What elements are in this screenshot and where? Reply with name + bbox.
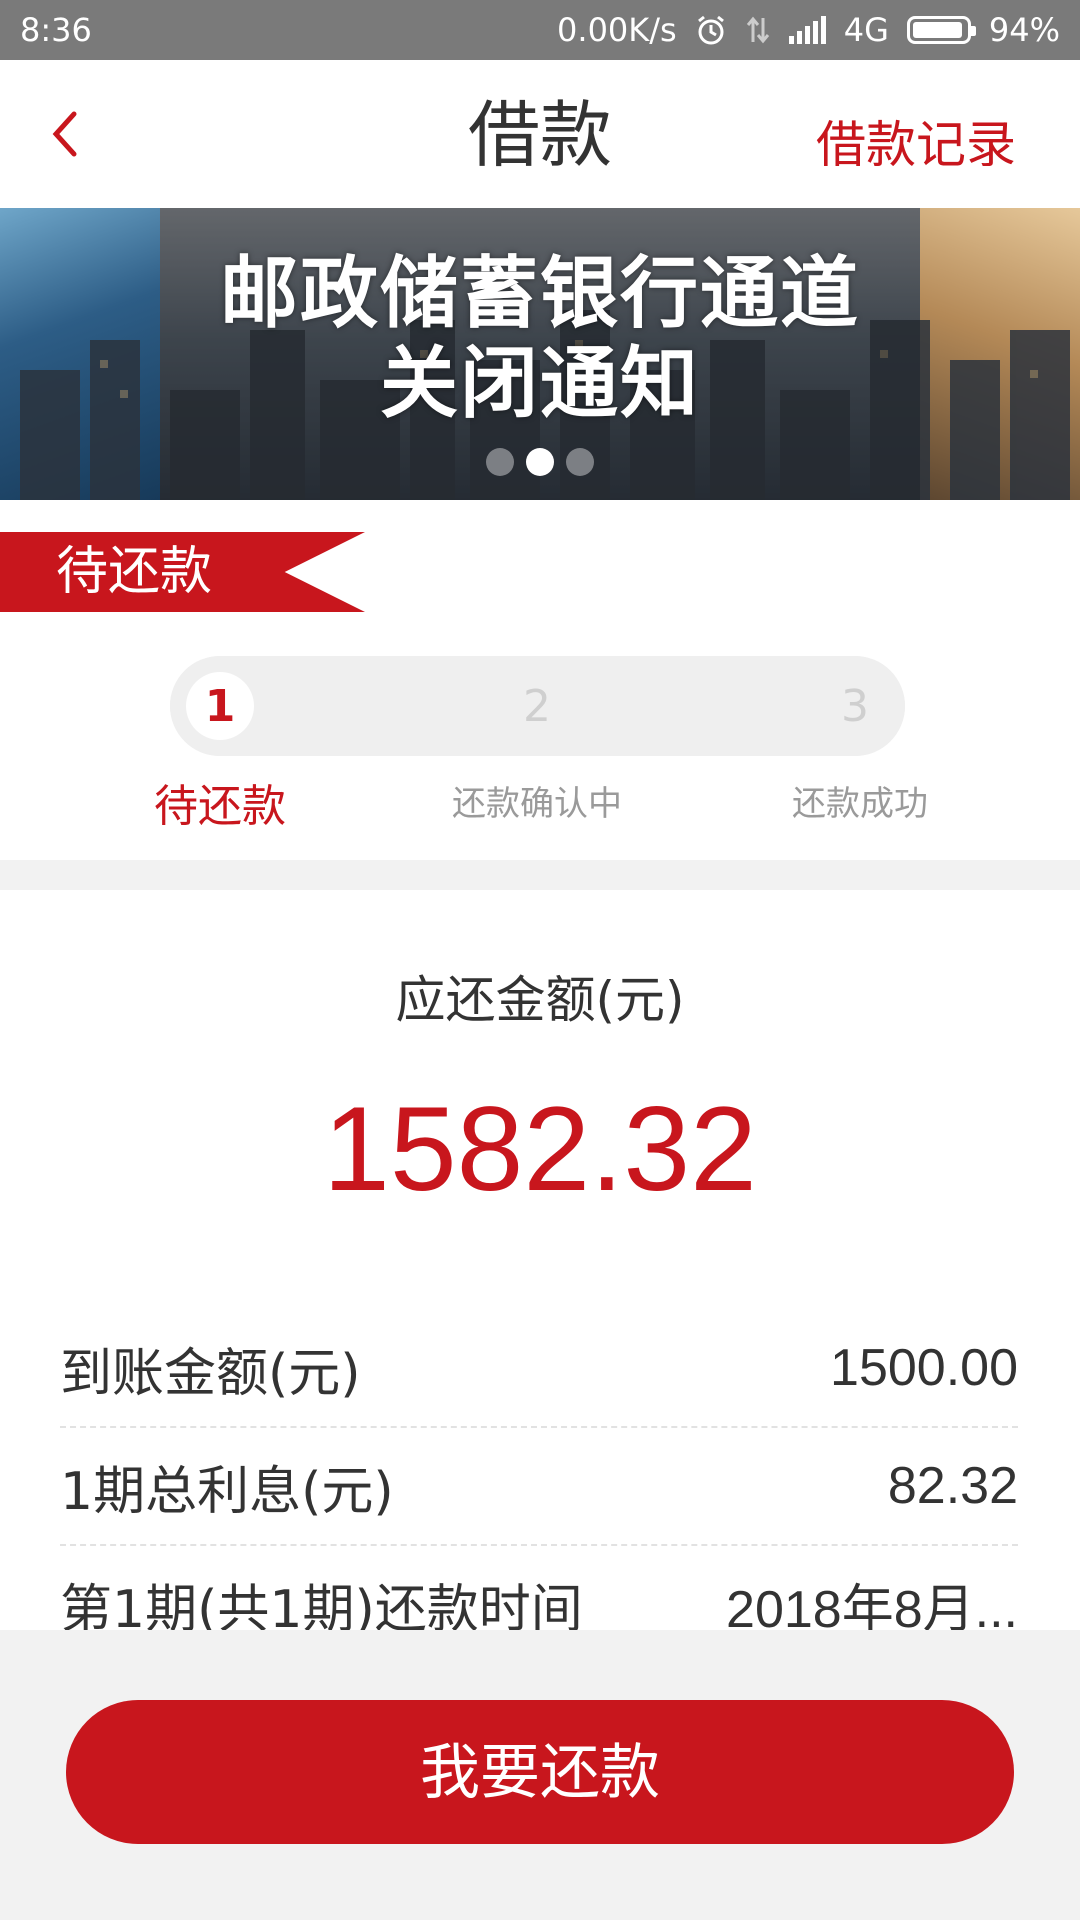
bottom-action-area: 我要还款 bbox=[0, 1630, 1080, 1920]
battery-icon bbox=[906, 16, 976, 44]
signal-icon bbox=[788, 16, 826, 44]
alarm-icon bbox=[697, 15, 724, 45]
status-icons: 0.00K/s 4G 94% bbox=[557, 11, 1060, 49]
banner-dot-3[interactable] bbox=[566, 448, 594, 476]
banner-title-line2: 关闭通知 bbox=[379, 339, 700, 429]
detail-value: 82.32 bbox=[887, 1457, 1018, 1515]
repay-button[interactable]: 我要还款 bbox=[66, 1700, 1014, 1844]
app-header: 借款 借款记录 bbox=[0, 60, 1080, 208]
network-type: 4G bbox=[843, 11, 889, 49]
step-1-number: 1 bbox=[186, 672, 254, 740]
banner-dot-1[interactable] bbox=[486, 448, 514, 476]
status-time: 8:36 bbox=[20, 11, 92, 49]
step-3-indicator: 3 bbox=[805, 656, 905, 756]
step-1-label: 待还款 bbox=[154, 781, 286, 832]
step-1-indicator: 1 bbox=[170, 656, 270, 756]
banner-pagination bbox=[0, 448, 1080, 476]
network-speed: 0.00K/s bbox=[557, 11, 677, 49]
status-ribbon: 待还款 bbox=[0, 532, 365, 612]
step-3-label: 还款成功 bbox=[792, 784, 928, 824]
detail-label: 到账金额(元) bbox=[60, 1343, 361, 1404]
repayment-amount-card: 应还金额(元) 1582.32 到账金额(元) 1500.00 1期总利息(元)… bbox=[0, 890, 1080, 1664]
banner-title-line1: 邮政储蓄银行通道 bbox=[219, 249, 860, 339]
detail-value: 1500.00 bbox=[830, 1339, 1018, 1397]
step-2-label: 还款确认中 bbox=[452, 784, 622, 824]
data-transfer-icon bbox=[746, 16, 769, 44]
detail-row-received: 到账金额(元) 1500.00 bbox=[60, 1310, 1018, 1428]
amount-due-label: 应还金额(元) bbox=[395, 971, 685, 1029]
amount-due-value: 1582.32 bbox=[323, 1082, 757, 1216]
battery-percent: 94% bbox=[988, 11, 1060, 49]
detail-row-interest: 1期总利息(元) 82.32 bbox=[60, 1428, 1018, 1546]
loan-record-link[interactable]: 借款记录 bbox=[816, 110, 1016, 166]
banner-dot-2[interactable] bbox=[526, 448, 554, 476]
detail-label: 1期总利息(元) bbox=[60, 1461, 394, 1522]
status-bar: 8:36 0.00K/s 4G 94% bbox=[0, 0, 1080, 60]
step-2-indicator: 2 bbox=[487, 656, 587, 756]
repayment-progress: 待还款 1 2 3 待还款 还款确认中 还款成功 bbox=[0, 500, 1080, 860]
